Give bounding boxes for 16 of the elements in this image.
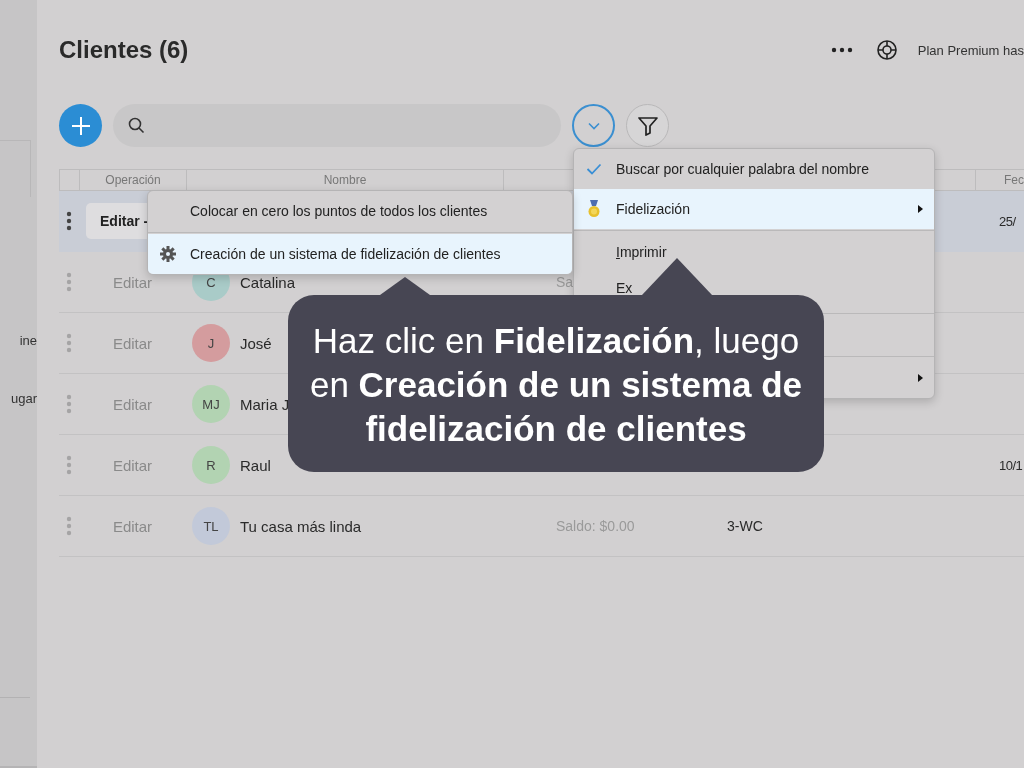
avatar: MJ <box>192 385 230 423</box>
hint-text: Haz clic en Fidelización, luego en Creación de un sistema de fidelización de clientes <box>308 320 804 450</box>
client-name: Catalina <box>240 273 296 291</box>
avatar: TL <box>192 507 230 545</box>
client-name: Maria J <box>240 395 290 413</box>
client-name: Raul <box>240 456 271 474</box>
client-name: Tu casa más linda <box>240 517 362 535</box>
date-cell: 25/ <box>999 213 1016 229</box>
balance-text: Saldo: $0.00 <box>556 518 635 534</box>
avatar: R <box>192 446 230 484</box>
date-cell: 10/1 <box>999 457 1023 473</box>
column-header: Fec <box>975 170 1024 190</box>
avatar: J <box>192 324 230 362</box>
client-name: José <box>240 334 272 352</box>
table-cell: 3-WC <box>727 518 763 534</box>
page-title: Clientes (6) <box>59 36 189 64</box>
